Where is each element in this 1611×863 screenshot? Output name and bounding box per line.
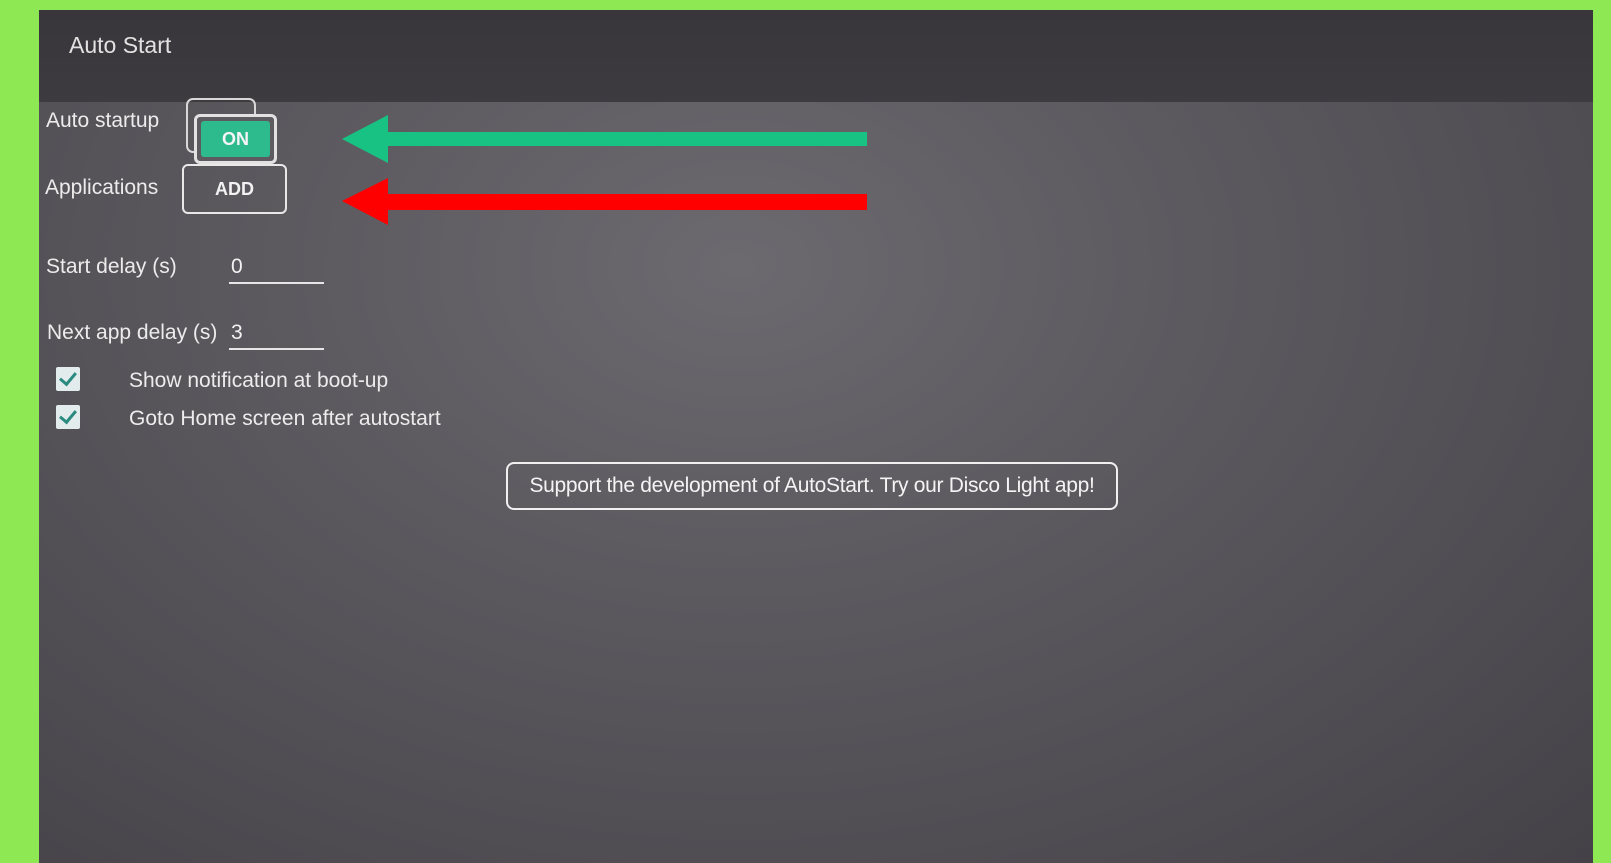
goto-home-checkbox[interactable]: [56, 405, 80, 429]
title-bar: Auto Start: [39, 10, 1593, 102]
green-arrow-icon: [342, 115, 867, 163]
red-arrow-icon: [342, 178, 867, 225]
auto-startup-label: Auto startup: [46, 109, 160, 132]
start-delay-input[interactable]: 0: [229, 254, 324, 284]
tv-screen: Auto Start Auto startup ON Applications …: [39, 10, 1593, 863]
next-app-delay-label: Next app delay (s): [47, 321, 218, 344]
support-banner[interactable]: Support the development of AutoStart. Tr…: [506, 462, 1118, 510]
applications-label: Applications: [45, 176, 159, 199]
toggle-on-label: ON: [201, 121, 270, 157]
show-notification-label: Show notification at boot-up: [129, 369, 389, 392]
app-title: Auto Start: [69, 32, 172, 58]
start-delay-label: Start delay (s): [46, 255, 177, 278]
next-app-delay-input[interactable]: 3: [229, 320, 324, 350]
goto-home-label: Goto Home screen after autostart: [129, 407, 441, 430]
annotation-arrows: [342, 115, 867, 225]
show-notification-checkbox[interactable]: [56, 367, 80, 391]
auto-startup-toggle[interactable]: ON: [194, 114, 277, 164]
add-application-button[interactable]: ADD: [182, 164, 287, 214]
